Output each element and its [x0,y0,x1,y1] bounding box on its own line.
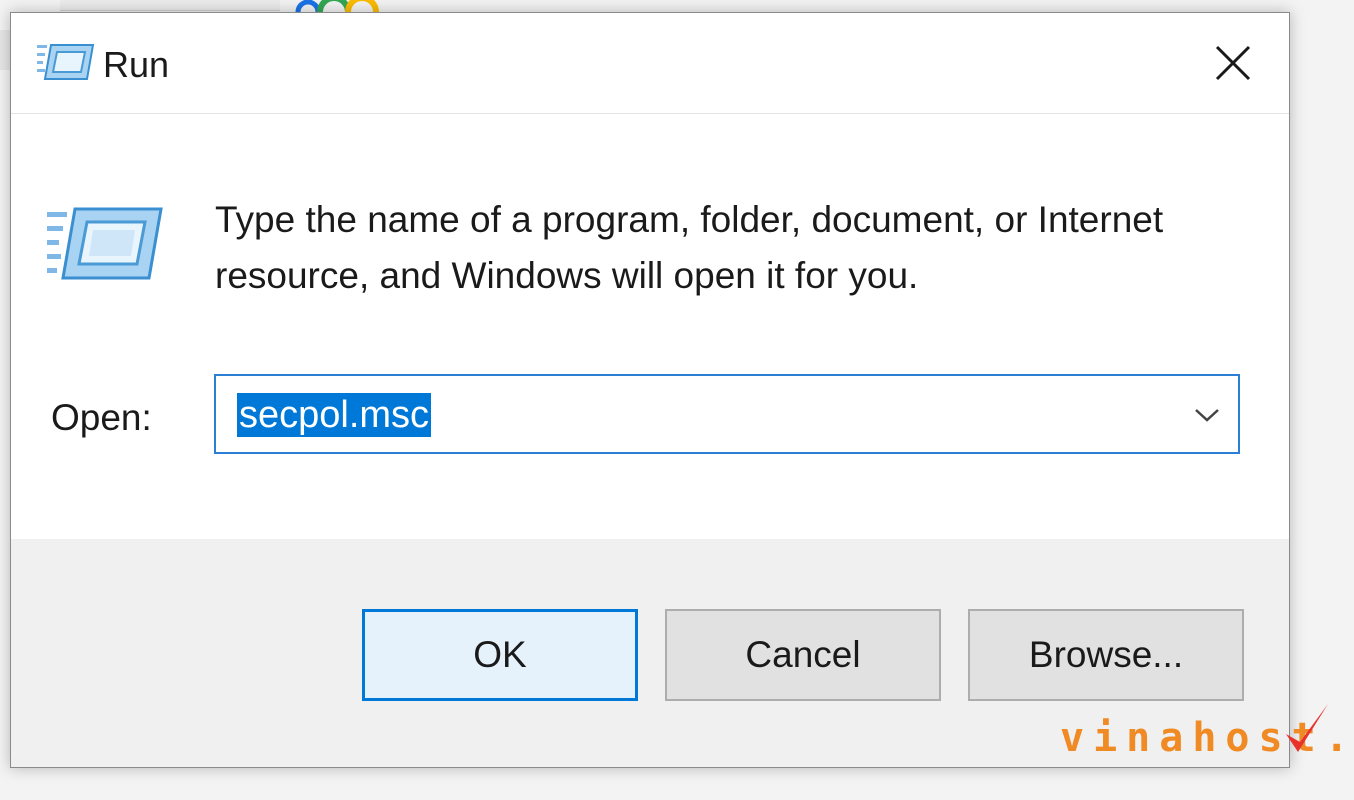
close-button[interactable] [1203,35,1263,91]
cancel-button[interactable]: Cancel [665,609,941,701]
background-window-edge-top [60,0,280,11]
run-description: Type the name of a program, folder, docu… [215,199,1164,296]
open-dropdown-button[interactable] [1190,398,1224,432]
browse-button[interactable]: Browse... [968,609,1244,701]
background-app-icon [295,0,379,12]
close-icon [1215,45,1251,81]
title-bar: Run [11,13,1289,114]
dialog-content: Type the name of a program, folder, docu… [11,114,1289,539]
chevron-down-icon [1195,409,1219,422]
open-combobox[interactable]: secpol.msc [214,374,1240,454]
run-dialog: Run Type the name of a program, folder, … [10,12,1290,768]
check-icon [1286,704,1328,752]
ok-button[interactable]: OK [362,609,638,701]
open-label: Open: [51,397,152,438]
dialog-title: Run [103,44,170,85]
run-icon-large [47,207,163,280]
run-icon [37,44,95,80]
open-input-value[interactable]: secpol.msc [237,393,432,437]
watermark-logo: vinahost. [1056,700,1349,770]
